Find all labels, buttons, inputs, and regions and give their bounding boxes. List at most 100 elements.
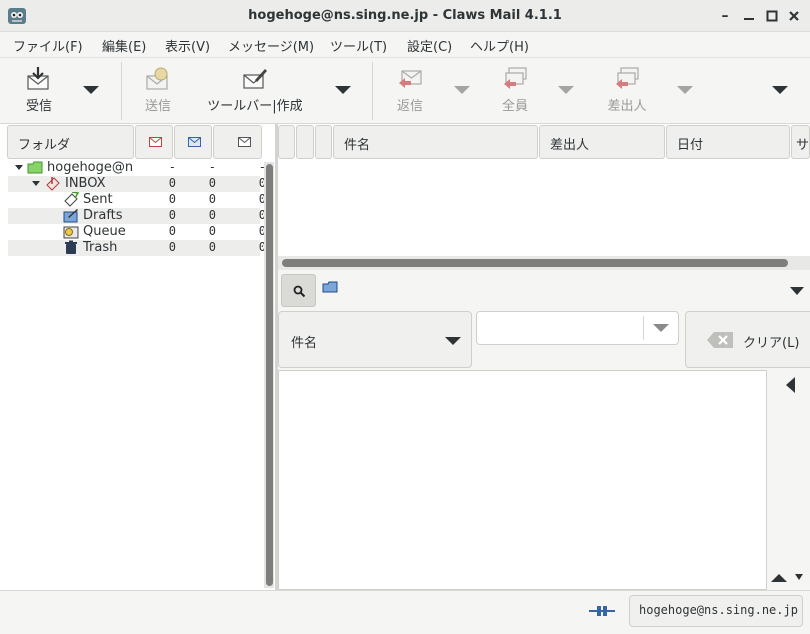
unread-count: - [168,160,176,174]
account-folder-icon [27,161,43,174]
new-count: 0 [208,208,216,222]
window-title: hogehoge@ns.sing.ne.jp - Claws Mail 4.1.… [248,8,562,23]
compose-icon[interactable] [242,66,268,92]
folder-scrollbar-thumb[interactable] [266,164,273,586]
total-column-header[interactable] [213,125,262,159]
search-type-select[interactable]: 件名 [278,311,472,368]
menu-message[interactable]: メッセージ(M) [228,36,314,55]
receive-button[interactable]: 受信 [10,95,68,114]
maximize-button[interactable] [764,8,780,24]
clear-button[interactable]: クリア(L) [685,311,810,368]
reply-sender-button[interactable]: 差出人 [596,95,658,114]
menu-edit[interactable]: 編集(E) [102,36,146,55]
send-icon[interactable] [144,66,170,92]
send-button[interactable]: 送信 [130,95,186,114]
folder-row-trash[interactable]: Trash 0 0 0 [8,240,266,256]
unread-count: 0 [168,208,176,222]
scroll-down-icon[interactable] [795,574,803,580]
from-header-label: 差出人 [550,138,590,153]
new-count: 0 [208,240,216,254]
compose-dropdown-icon[interactable] [335,86,351,94]
scroll-up-icon[interactable] [771,574,787,582]
total-count: 0 [258,224,266,238]
trash-icon [65,240,77,254]
unread-count: 0 [168,192,176,206]
toolbar-overflow-icon[interactable] [772,86,788,94]
quicksearch-expand-icon[interactable] [790,287,804,295]
menu-view[interactable]: 表示(V) [165,36,210,55]
total-count: 0 [258,176,266,190]
clear-button-label: クリア(L) [743,336,800,351]
compose-button[interactable]: ツールバー|作成 [200,95,310,114]
online-status-icon[interactable] [589,604,615,618]
account-label: hogehoge@ns.sing.ne.jp [639,603,798,617]
reply-all-icon[interactable] [502,66,528,92]
folder-header-label: フォルダ [18,138,71,153]
reply-button[interactable]: 返信 [383,95,437,114]
new-count: 0 [208,176,216,190]
clear-icon [707,332,733,348]
reply-icon[interactable] [397,66,423,92]
menu-settings[interactable]: 設定(C) [407,36,452,55]
total-count: 0 [258,240,266,254]
folder-row-drafts[interactable]: Drafts 0 0 0 [8,208,266,224]
reply-all-dropdown-icon[interactable] [558,86,574,94]
folder-row-inbox[interactable]: INBOX 0 0 0 [8,176,266,192]
unread-count: 0 [168,176,176,190]
account-selector-button[interactable]: hogehoge@ns.sing.ne.jp [629,595,803,627]
search-history-dropdown-icon[interactable] [653,324,669,332]
expand-arrow-icon[interactable] [32,181,40,186]
reply-dropdown-icon[interactable] [454,86,470,94]
from-column-header[interactable]: 差出人 [539,125,665,159]
folder-row-sent[interactable]: Sent 0 0 0 [8,192,266,208]
menu-tools[interactable]: ツール(T) [330,36,387,55]
menu-help[interactable]: ヘルプ(H) [470,36,529,55]
new-count: 0 [208,224,216,238]
total-count: 0 [258,192,266,206]
folder-row-account[interactable]: hogehoge@ns - - - [8,160,266,176]
close-button[interactable] [786,8,802,24]
folder-name: Queue [83,224,126,239]
chevron-down-icon [445,337,461,345]
folder-name: hogehoge@ns [47,160,133,175]
new-column-header[interactable] [174,125,212,159]
total-count: - [258,160,266,174]
minimize-icon[interactable]: – [717,8,733,24]
minimize-button[interactable] [741,8,757,24]
inbox-icon [46,177,60,191]
folder-name: Sent [83,192,113,207]
mark-column-header[interactable] [278,125,295,159]
expand-arrow-icon[interactable] [15,165,23,170]
message-view[interactable] [278,370,767,590]
toolbar-separator [121,62,122,120]
subject-column-header[interactable]: 件名 [333,125,538,159]
folder-column-header[interactable]: フォルダ [7,125,134,159]
collapse-left-icon[interactable] [786,377,795,393]
unread-mail-icon [149,137,162,147]
size-header-label: サ [796,138,810,153]
unread-column-header[interactable] [135,125,173,159]
folder-row-queue[interactable]: Queue 0 0 0 [8,224,266,240]
attachment-column-header[interactable] [315,125,332,159]
reply-sender-dropdown-icon[interactable] [677,86,693,94]
total-mail-icon [238,137,251,147]
date-header-label: 日付 [677,138,704,153]
new-count: 0 [208,192,216,206]
new-mail-icon [188,137,201,147]
quicksearch-toggle-button[interactable] [281,274,316,307]
receive-dropdown-icon[interactable] [83,86,99,94]
message-list-hscroll-thumb[interactable] [282,259,788,267]
reply-sender-icon[interactable] [614,66,640,92]
unread-count: 0 [168,240,176,254]
unread-count: 0 [168,224,176,238]
receive-icon[interactable] [25,66,51,92]
search-input[interactable] [476,311,679,345]
date-column-header[interactable]: 日付 [666,125,790,159]
folder-icon[interactable] [322,281,338,293]
size-column-header[interactable]: サ [791,125,810,159]
reply-all-button[interactable]: 全員 [488,95,542,114]
search-type-label: 件名 [291,336,318,351]
subject-header-label: 件名 [344,138,371,153]
menu-file[interactable]: ファイル(F) [13,36,83,55]
status-column-header[interactable] [296,125,314,159]
